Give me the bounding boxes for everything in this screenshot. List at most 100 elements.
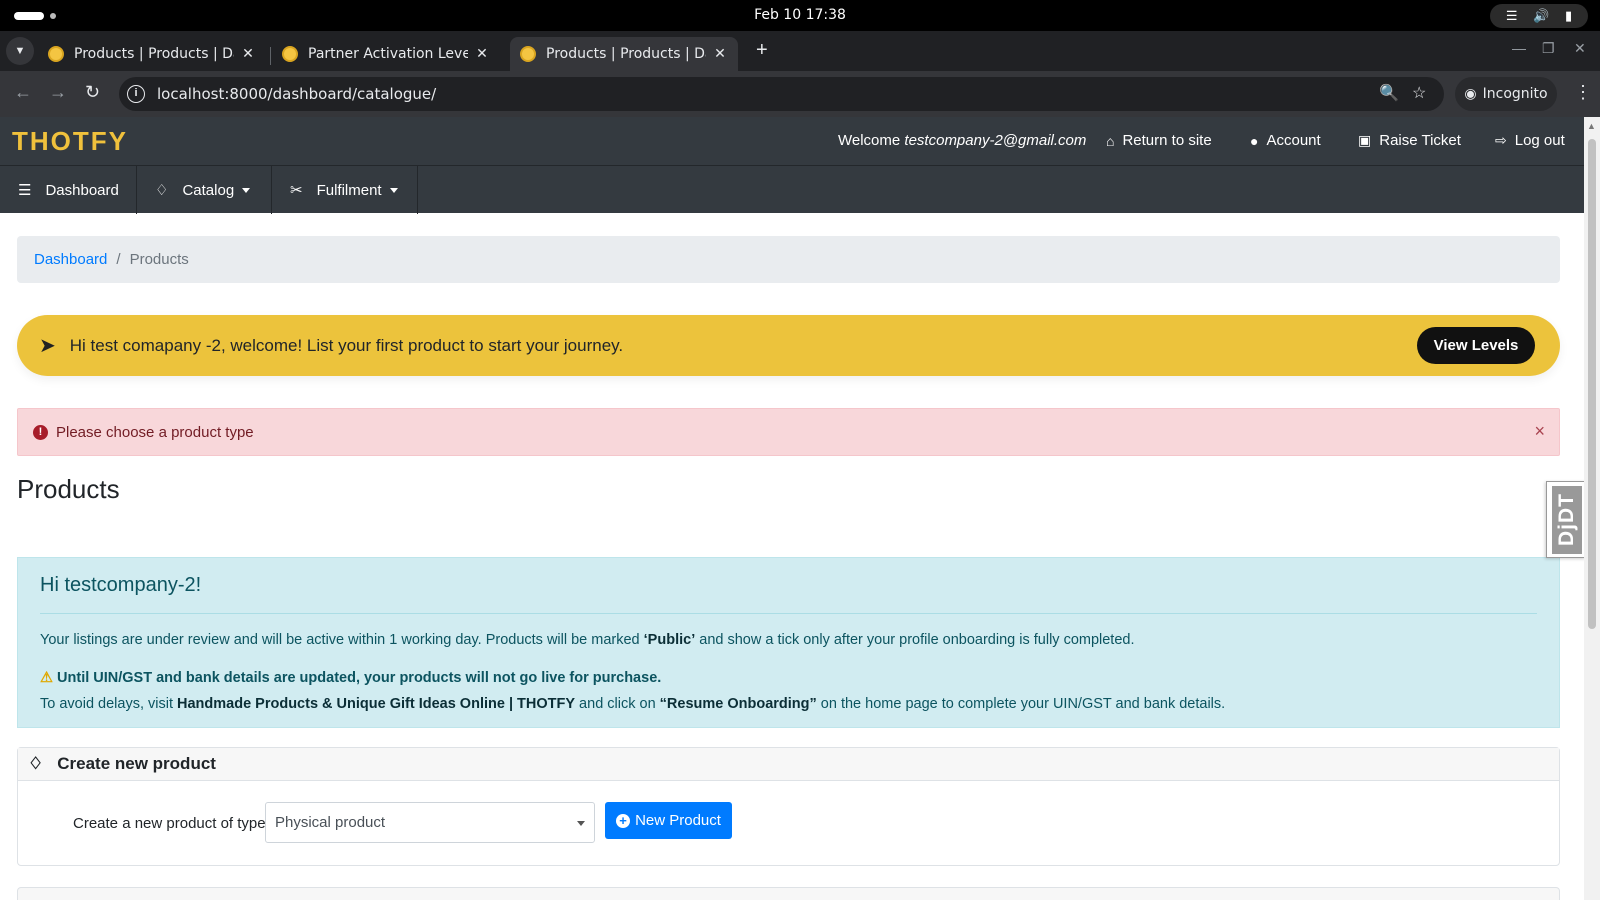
info-text: Your listings are under review and will … — [40, 632, 644, 648]
scrollbar-thumb[interactable] — [1588, 139, 1596, 629]
forward-arrow-icon[interactable]: → — [49, 82, 67, 103]
new-product-button[interactable]: + New Product — [605, 802, 732, 839]
error-alert: ! Please choose a product type × — [17, 408, 1560, 456]
nav-item-label: Dashboard — [45, 181, 119, 199]
account-link[interactable]: ● Account — [1250, 132, 1321, 149]
error-alert-message: Please choose a product type — [56, 423, 254, 441]
site-logo[interactable]: THOTFY — [12, 126, 128, 157]
tab-close-icon[interactable]: ✕ — [474, 46, 490, 62]
browser-menu-icon[interactable]: ⋮ — [1574, 82, 1592, 103]
log-out-link[interactable]: ⇨ Log out — [1495, 132, 1565, 149]
product-type-selected: Physical product — [275, 814, 386, 831]
user-icon: ● — [1250, 132, 1259, 149]
onboarding-info-alert: Hi testcompany-2! Your listings are unde… — [17, 557, 1560, 728]
rocket-icon: ➤ — [39, 335, 56, 357]
volume-icon: 🔊 — [1533, 8, 1550, 23]
browser-tab-strip: ▼ Products | Products | Dashboard ✕ Part… — [0, 31, 1600, 71]
info-divider — [40, 613, 1537, 614]
exclamation-circle-icon: ! — [33, 424, 48, 440]
minimize-icon[interactable]: — — [1512, 40, 1526, 56]
nav-item-catalog[interactable]: ♢ Catalog — [137, 166, 272, 214]
site-info-icon[interactable]: i — [127, 85, 145, 103]
return-to-site-link[interactable]: ⌂ Return to site — [1106, 132, 1212, 149]
info-site-name: Handmade Products & Unique Gift Ideas On… — [177, 696, 576, 712]
browser-tab[interactable]: Partner Activation Levels ✕ — [272, 37, 500, 71]
os-clock[interactable]: Feb 10 17:38 — [0, 7, 1600, 23]
nav-item-fulfilment[interactable]: ✂ Fulfilment — [272, 166, 418, 214]
window-close-icon[interactable]: ✕ — [1574, 40, 1586, 57]
breadcrumb-current: Products — [129, 251, 189, 268]
info-paragraph-onboarding: To avoid delays, visit Handmade Products… — [40, 696, 1225, 712]
welcome-banner: ➤ Hi test comapany -2, welcome! List you… — [17, 315, 1560, 376]
card-title: Create new product — [57, 754, 216, 773]
info-bold-public: ‘Public’ — [643, 632, 696, 648]
account-label: Account — [1266, 132, 1321, 149]
info-paragraph-review: Your listings are under review and will … — [40, 632, 1135, 648]
site-favicon-icon — [282, 46, 298, 62]
address-bar[interactable]: i localhost:8000/dashboard/catalogue/ 🔍 … — [119, 77, 1444, 111]
info-heading: Hi testcompany-2! — [40, 574, 202, 596]
reload-icon[interactable]: ↻ — [85, 82, 100, 103]
caret-down-icon — [389, 187, 398, 193]
nav-item-label: Catalog — [182, 181, 235, 199]
ticket-icon: ▣ — [1358, 132, 1372, 148]
product-type-label: Create a new product of type: — [73, 815, 270, 832]
plus-circle-icon: + — [616, 813, 631, 828]
info-text: on the home page to complete your UIN/GS… — [816, 696, 1226, 712]
restore-icon[interactable]: ❐ — [1542, 40, 1555, 57]
product-type-select[interactable]: Physical product — [265, 802, 595, 843]
scroll-up-arrow-icon[interactable]: ▲ — [1587, 121, 1596, 131]
zoom-icon[interactable]: 🔍 — [1379, 83, 1399, 103]
breadcrumb-separator: / — [116, 251, 121, 268]
os-top-bar: Feb 10 17:38 ☰ 🔊 ▮ — [0, 0, 1600, 31]
tab-close-icon[interactable]: ✕ — [240, 46, 256, 62]
welcome-text: Welcome testcompany-2@gmail.com — [838, 132, 1086, 149]
return-to-site-label: Return to site — [1122, 132, 1212, 149]
nav-item-dashboard[interactable]: ☰ Dashboard — [0, 166, 137, 214]
back-arrow-icon[interactable]: ← — [14, 82, 32, 103]
raise-ticket-link[interactable]: ▣ Raise Ticket — [1358, 132, 1461, 149]
tab-title: Partner Activation Levels — [308, 46, 468, 62]
browser-tab-active[interactable]: Products | Products | Dashboard ✕ — [510, 37, 738, 71]
breadcrumb-dashboard-link[interactable]: Dashboard — [34, 251, 107, 268]
battery-icon: ▮ — [1564, 8, 1573, 23]
raise-ticket-label: Raise Ticket — [1379, 132, 1461, 149]
alert-close-icon[interactable]: × — [1534, 421, 1545, 442]
site-favicon-icon — [520, 46, 536, 62]
log-out-label: Log out — [1514, 132, 1565, 149]
home-icon: ⌂ — [1106, 132, 1115, 149]
site-favicon-icon — [48, 46, 64, 62]
django-debug-toolbar-handle[interactable]: DjDT — [1546, 481, 1584, 558]
djdt-label: DjDT — [1552, 486, 1582, 554]
url-text[interactable]: localhost:8000/dashboard/catalogue/ — [157, 85, 436, 103]
info-warning-text: Until UIN/GST and bank details are updat… — [57, 670, 662, 686]
info-text: and click on — [575, 696, 660, 712]
browser-toolbar: ← → ↻ i localhost:8000/dashboard/catalog… — [0, 71, 1600, 117]
dashboard-nav: ☰ Dashboard ♢ Catalog ✂ Fulfilment — [0, 165, 1584, 214]
warning-icon: ⚠ — [40, 670, 53, 686]
search-products-card — [17, 887, 1560, 900]
tab-close-icon[interactable]: ✕ — [712, 46, 728, 62]
info-resume-onboarding: “Resume Onboarding” — [659, 696, 817, 712]
system-tray[interactable]: ☰ 🔊 ▮ — [1490, 4, 1588, 28]
welcome-email: testcompany-2@gmail.com — [904, 132, 1087, 149]
cart-icon: ✂ — [290, 182, 303, 199]
tab-title: Products | Products | Dashboard — [74, 46, 234, 62]
breadcrumb: Dashboard / Products — [17, 236, 1560, 283]
sign-out-icon: ⇨ — [1495, 132, 1507, 148]
welcome-prefix: Welcome — [838, 132, 901, 149]
new-tab-plus-icon[interactable]: + — [756, 39, 768, 62]
view-levels-button[interactable]: View Levels — [1417, 327, 1535, 364]
bookmark-star-icon[interactable]: ☆ — [1412, 83, 1426, 103]
tab-separator — [270, 47, 271, 65]
incognito-icon: ◉ — [1464, 86, 1477, 102]
tab-title: Products | Products | Dashboard — [546, 46, 706, 62]
nav-item-label: Fulfilment — [316, 181, 382, 199]
incognito-indicator[interactable]: ◉ Incognito — [1455, 77, 1557, 111]
browser-tab[interactable]: Products | Products | Dashboard ✕ — [38, 37, 266, 71]
info-text: and show a tick only after your profile … — [695, 632, 1135, 648]
page-scrollbar[interactable]: ▲ — [1584, 117, 1600, 900]
info-text: To avoid delays, visit — [40, 696, 178, 712]
caret-down-icon — [242, 187, 251, 193]
tab-search-chevron-icon[interactable]: ▼ — [6, 37, 34, 65]
